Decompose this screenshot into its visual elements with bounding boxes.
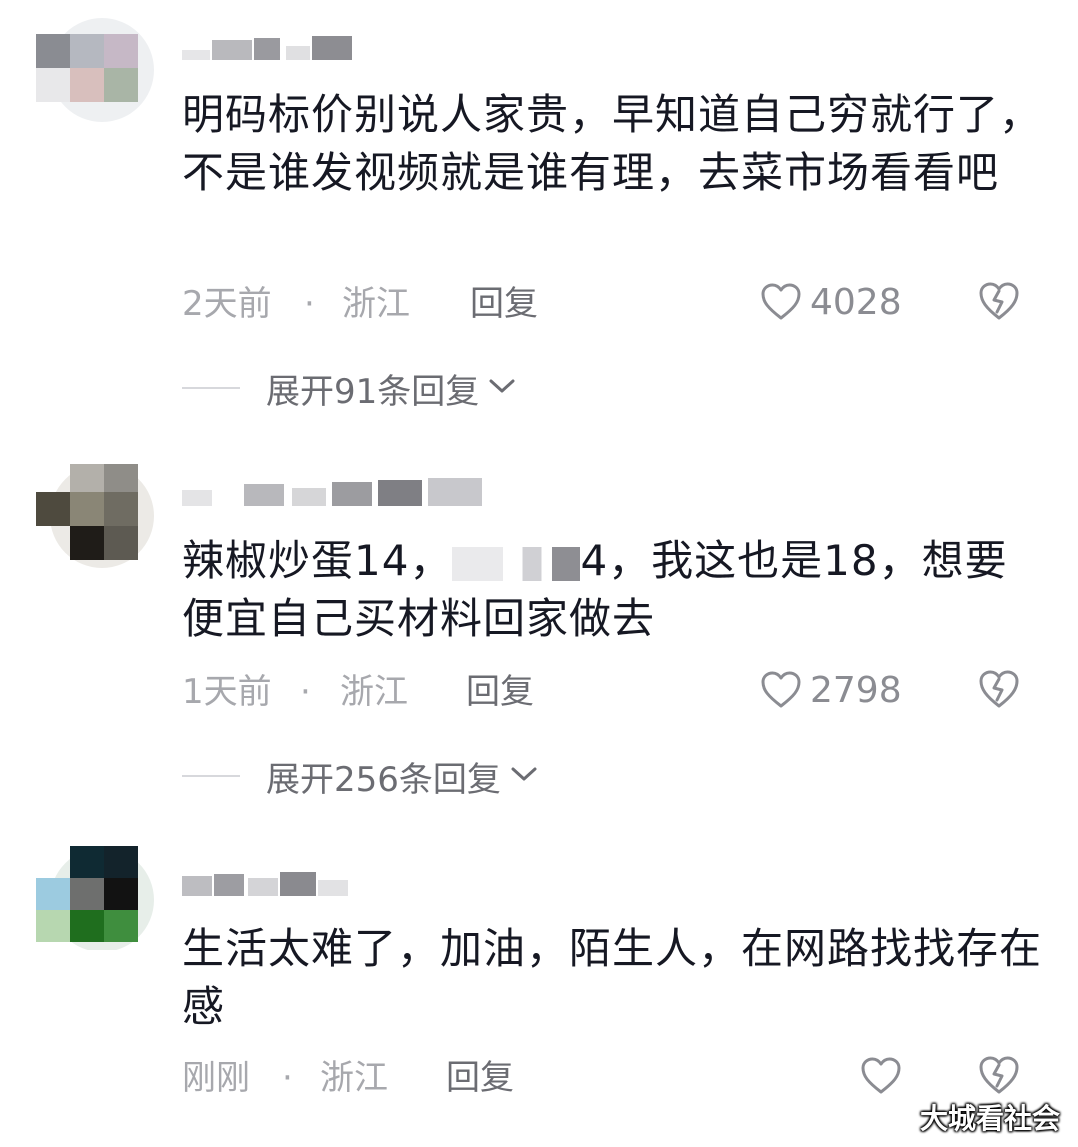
expand-replies[interactable]: 展开256条回复 <box>182 754 539 800</box>
heart-outline-icon <box>860 1056 902 1096</box>
expand-replies[interactable]: 展开91条回复 <box>182 366 517 412</box>
meta-separator: · <box>300 672 311 712</box>
divider-line <box>182 775 240 777</box>
like-button[interactable]: 2798 <box>760 668 902 712</box>
heart-outline-icon <box>760 670 802 710</box>
avatar[interactable] <box>36 460 154 568</box>
chevron-down-icon <box>501 764 539 788</box>
meta-separator: · <box>282 1058 293 1098</box>
username-redacted[interactable] <box>182 478 492 508</box>
broken-heart-icon <box>977 670 1021 714</box>
comment-text: 生活太难了，加油，陌生人，在网路找找存在感 <box>182 924 1043 1031</box>
avatar[interactable] <box>36 14 154 122</box>
username-redacted[interactable] <box>182 36 362 60</box>
comment-time: 1天前 <box>182 672 272 712</box>
watermark: 大城看社会 <box>919 1102 1060 1135</box>
comment-text: 辣椒炒蛋14， 4，我这也是18，想要便宜自己买材料回家做去 <box>182 532 1042 648</box>
expand-replies-label: 展开91条回复 <box>266 371 480 412</box>
reply-button[interactable]: 回复 <box>470 284 538 324</box>
like-button[interactable] <box>860 1054 902 1098</box>
comment-location: 浙江 <box>320 1058 388 1098</box>
dislike-button[interactable] <box>977 1054 1021 1098</box>
reply-button[interactable]: 回复 <box>466 672 534 712</box>
username-redacted[interactable] <box>182 872 352 896</box>
comment-location: 浙江 <box>342 284 410 324</box>
comment-time: 刚刚 <box>182 1058 250 1098</box>
comment-location: 浙江 <box>340 672 408 712</box>
chevron-down-icon <box>479 376 517 400</box>
redacted-text <box>452 546 581 581</box>
comment-text-part: 辣椒炒蛋14， <box>182 536 453 585</box>
like-count: 2798 <box>810 669 902 711</box>
comment-time: 2天前 <box>182 284 272 324</box>
comment-text: 明码标价别说人家贵，早知道自己穷就行了，不是谁发视频就是谁有理，去菜市场看看吧 <box>182 90 1043 197</box>
like-count: 4028 <box>810 281 902 323</box>
reply-button[interactable]: 回复 <box>446 1058 514 1098</box>
divider-line <box>182 387 240 389</box>
broken-heart-icon <box>977 282 1021 326</box>
avatar[interactable] <box>36 842 154 952</box>
dislike-button[interactable] <box>977 668 1021 712</box>
expand-replies-label: 展开256条回复 <box>266 759 501 800</box>
like-button[interactable]: 4028 <box>760 280 902 324</box>
heart-outline-icon <box>760 282 802 322</box>
meta-separator: · <box>304 284 315 324</box>
dislike-button[interactable] <box>977 280 1021 324</box>
